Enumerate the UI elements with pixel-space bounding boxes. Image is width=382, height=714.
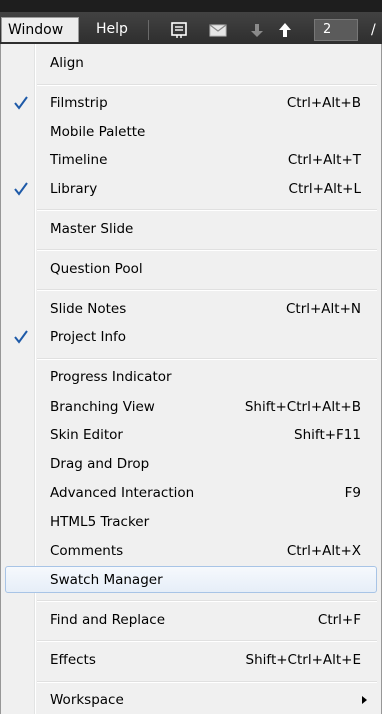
submenu-arrow-icon <box>362 696 367 704</box>
menu-item-filmstrip[interactable]: Filmstrip Ctrl+Alt+B <box>1 89 381 117</box>
menu-item-label: Branching View <box>50 399 155 415</box>
menu-item-comments[interactable]: Comments Ctrl+Alt+X <box>1 537 381 565</box>
checkmark-icon <box>14 96 28 110</box>
menu-item-label: Drag and Drop <box>50 456 150 472</box>
menu-item-label: Progress Indicator <box>50 369 172 385</box>
menu-item-shortcut: Ctrl+Alt+L <box>288 181 361 197</box>
menu-item-label: Align <box>50 55 84 71</box>
menu-item-mobile-palette[interactable]: Mobile Palette <box>1 118 381 146</box>
checkmark-icon <box>14 330 28 344</box>
menu-item-shortcut: Ctrl+Alt+B <box>286 95 361 111</box>
menu-item-shortcut: Ctrl+Alt+X <box>286 543 361 559</box>
title-strip <box>0 0 382 12</box>
menu-separator <box>37 358 377 360</box>
menu-item-branching-view[interactable]: Branching View Shift+Ctrl+Alt+B <box>1 393 381 421</box>
menu-item-shortcut: Ctrl+Alt+N <box>285 301 361 317</box>
window-menu-dropdown: Align Filmstrip Ctrl+Alt+B Mobile Palett… <box>0 44 382 714</box>
menu-item-shortcut: Ctrl+Alt+T <box>287 152 361 168</box>
menu-separator <box>37 600 377 602</box>
page-separator: / <box>371 22 376 38</box>
menu-item-find-and-replace[interactable]: Find and Replace Ctrl+F <box>1 606 381 634</box>
menu-item-label: HTML5 Tracker <box>50 514 150 530</box>
menu-item-master-slide[interactable]: Master Slide <box>1 215 381 243</box>
menu-item-label: Effects <box>50 652 96 668</box>
menu-separator <box>37 289 377 291</box>
menu-bar: Window Help 2 / <box>0 0 382 44</box>
menu-item-shortcut: Shift+F11 <box>294 427 361 443</box>
menu-item-label: Advanced Interaction <box>50 485 195 501</box>
menu-item-progress-indicator[interactable]: Progress Indicator <box>1 363 381 391</box>
menu-item-label: Swatch Manager <box>50 572 163 588</box>
menu-item-html5-tracker[interactable]: HTML5 Tracker <box>1 508 381 536</box>
menu-item-drag-and-drop[interactable]: Drag and Drop <box>1 450 381 478</box>
menu-item-label: Filmstrip <box>50 95 108 111</box>
menu-item-swatch-manager[interactable]: Swatch Manager <box>1 566 381 594</box>
menu-item-shortcut: Ctrl+F <box>317 612 361 628</box>
menu-window[interactable]: Window <box>1 17 79 42</box>
arrow-up-icon[interactable] <box>278 20 292 40</box>
menu-item-label: Find and Replace <box>50 612 166 628</box>
menu-item-shortcut: Shift+Ctrl+Alt+B <box>244 399 361 415</box>
menu-item-label: Master Slide <box>50 221 134 237</box>
menu-item-label: Skin Editor <box>50 427 123 443</box>
menu-item-effects[interactable]: Effects Shift+Ctrl+Alt+E <box>1 646 381 674</box>
menu-item-advanced-interaction[interactable]: Advanced Interaction F9 <box>1 479 381 507</box>
menu-item-skin-editor[interactable]: Skin Editor Shift+F11 <box>1 421 381 449</box>
menu-item-project-info[interactable]: Project Info <box>1 323 381 351</box>
menu-separator <box>37 249 377 251</box>
checkmark-icon <box>14 182 28 196</box>
menu-item-slide-notes[interactable]: Slide Notes Ctrl+Alt+N <box>1 295 381 323</box>
menu-item-label: Workspace <box>50 692 124 708</box>
menu-item-label: Slide Notes <box>50 301 127 317</box>
app-window: Window Help 2 / Align Filmstrip Ctrl+Alt… <box>0 0 382 714</box>
menu-item-library[interactable]: Library Ctrl+Alt+L <box>1 175 381 203</box>
menu-item-workspace[interactable]: Workspace <box>1 686 381 714</box>
slide-notes-icon[interactable] <box>170 20 188 40</box>
menu-help[interactable]: Help <box>88 17 144 42</box>
arrow-down-icon[interactable] <box>250 20 264 40</box>
menu-separator <box>37 640 377 642</box>
page-number-input[interactable]: 2 <box>314 19 358 41</box>
mail-icon[interactable] <box>208 20 228 40</box>
menu-item-shortcut: Shift+Ctrl+Alt+E <box>245 652 361 668</box>
menu-item-align[interactable]: Align <box>1 49 381 77</box>
menu-item-label: Mobile Palette <box>50 124 146 140</box>
menu-item-timeline[interactable]: Timeline Ctrl+Alt+T <box>1 146 381 174</box>
menu-item-label: Comments <box>50 543 124 559</box>
toolbar-divider <box>148 20 149 40</box>
menu-separator <box>37 681 377 683</box>
menu-item-shortcut: F9 <box>344 485 361 501</box>
menu-item-label: Project Info <box>50 329 127 345</box>
menu-item-label: Library <box>50 181 98 197</box>
menu-item-question-pool[interactable]: Question Pool <box>1 255 381 283</box>
menu-separator <box>37 209 377 211</box>
menu-separator <box>37 84 377 86</box>
menu-item-label: Timeline <box>50 152 108 168</box>
menu-item-label: Question Pool <box>50 261 143 277</box>
